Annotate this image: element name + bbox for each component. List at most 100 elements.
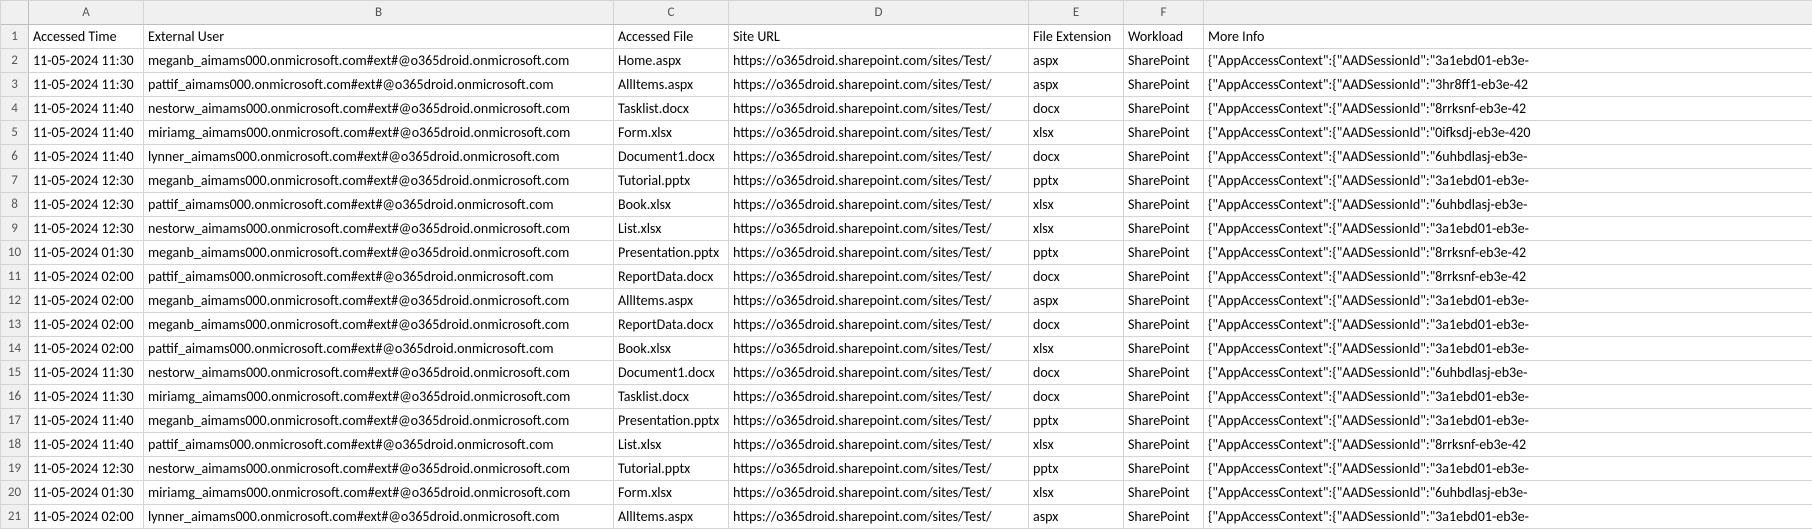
cell[interactable]: 11-05-2024 11:40 (29, 409, 144, 433)
cell[interactable]: SharePoint (1124, 169, 1204, 193)
cell[interactable]: SharePoint (1124, 49, 1204, 73)
cell[interactable]: https://o365droid.sharepoint.com/sites/T… (729, 121, 1029, 145)
cell[interactable]: Presentation.pptx (614, 409, 729, 433)
cell[interactable]: 11-05-2024 11:40 (29, 97, 144, 121)
cell[interactable]: {"AppAccessContext":{"AADSessionId":"6uh… (1204, 361, 1812, 385)
cell[interactable]: pattif_aimams000.onmicrosoft.com#ext#@o3… (144, 433, 614, 457)
cell[interactable]: SharePoint (1124, 361, 1204, 385)
row-header[interactable]: 3 (1, 73, 29, 97)
cell[interactable]: https://o365droid.sharepoint.com/sites/T… (729, 241, 1029, 265)
row-header[interactable]: 18 (1, 433, 29, 457)
cell[interactable]: meganb_aimams000.onmicrosoft.com#ext#@o3… (144, 313, 614, 337)
column-header[interactable]: B (144, 1, 614, 25)
cell[interactable]: {"AppAccessContext":{"AADSessionId":"6uh… (1204, 145, 1812, 169)
cell[interactable]: Tutorial.pptx (614, 457, 729, 481)
cell[interactable]: 11-05-2024 01:30 (29, 241, 144, 265)
cell[interactable]: Site URL (729, 25, 1029, 49)
cell[interactable]: Document1.docx (614, 361, 729, 385)
cell[interactable]: nestorw_aimams000.onmicrosoft.com#ext#@o… (144, 97, 614, 121)
row-header[interactable]: 15 (1, 361, 29, 385)
cell[interactable]: https://o365droid.sharepoint.com/sites/T… (729, 169, 1029, 193)
cell[interactable]: AllItems.aspx (614, 73, 729, 97)
cell[interactable]: https://o365droid.sharepoint.com/sites/T… (729, 145, 1029, 169)
row-header[interactable]: 21 (1, 505, 29, 529)
cell[interactable]: {"AppAccessContext":{"AADSessionId":"8rr… (1204, 97, 1812, 121)
cell[interactable]: Book.xlsx (614, 337, 729, 361)
cell[interactable]: Form.xlsx (614, 121, 729, 145)
row-header[interactable]: 6 (1, 145, 29, 169)
spreadsheet-grid[interactable]: ABCDEF1Accessed TimeExternal UserAccesse… (0, 0, 1812, 529)
cell[interactable]: aspx (1029, 73, 1124, 97)
cell[interactable]: https://o365droid.sharepoint.com/sites/T… (729, 217, 1029, 241)
cell[interactable]: {"AppAccessContext":{"AADSessionId":"3a1… (1204, 505, 1812, 529)
cell[interactable]: SharePoint (1124, 409, 1204, 433)
cell[interactable]: Tutorial.pptx (614, 169, 729, 193)
select-all-corner[interactable] (1, 1, 29, 25)
cell[interactable]: 11-05-2024 12:30 (29, 169, 144, 193)
row-header[interactable]: 17 (1, 409, 29, 433)
cell[interactable]: Book.xlsx (614, 193, 729, 217)
cell[interactable]: {"AppAccessContext":{"AADSessionId":"3a1… (1204, 169, 1812, 193)
cell[interactable]: https://o365droid.sharepoint.com/sites/T… (729, 457, 1029, 481)
cell[interactable]: Home.aspx (614, 49, 729, 73)
cell[interactable]: https://o365droid.sharepoint.com/sites/T… (729, 505, 1029, 529)
cell[interactable]: 11-05-2024 11:30 (29, 49, 144, 73)
cell[interactable]: Accessed File (614, 25, 729, 49)
cell[interactable]: aspx (1029, 505, 1124, 529)
cell[interactable]: pptx (1029, 457, 1124, 481)
cell[interactable]: SharePoint (1124, 217, 1204, 241)
cell[interactable]: SharePoint (1124, 241, 1204, 265)
cell[interactable]: https://o365droid.sharepoint.com/sites/T… (729, 49, 1029, 73)
cell[interactable]: SharePoint (1124, 385, 1204, 409)
cell[interactable]: https://o365droid.sharepoint.com/sites/T… (729, 313, 1029, 337)
row-header[interactable]: 14 (1, 337, 29, 361)
cell[interactable]: 11-05-2024 11:40 (29, 121, 144, 145)
cell[interactable]: {"AppAccessContext":{"AADSessionId":"6uh… (1204, 193, 1812, 217)
row-header[interactable]: 12 (1, 289, 29, 313)
cell[interactable]: List.xlsx (614, 217, 729, 241)
cell[interactable]: meganb_aimams000.onmicrosoft.com#ext#@o3… (144, 289, 614, 313)
cell[interactable]: docx (1029, 265, 1124, 289)
cell[interactable]: docx (1029, 385, 1124, 409)
cell[interactable]: {"AppAccessContext":{"AADSessionId":"8rr… (1204, 265, 1812, 289)
cell[interactable]: {"AppAccessContext":{"AADSessionId":"3a1… (1204, 217, 1812, 241)
cell[interactable]: aspx (1029, 289, 1124, 313)
cell[interactable]: https://o365droid.sharepoint.com/sites/T… (729, 409, 1029, 433)
cell[interactable]: xlsx (1029, 193, 1124, 217)
cell[interactable]: xlsx (1029, 121, 1124, 145)
cell[interactable]: xlsx (1029, 217, 1124, 241)
row-header[interactable]: 1 (1, 25, 29, 49)
cell[interactable]: miriamg_aimams000.onmicrosoft.com#ext#@o… (144, 121, 614, 145)
cell[interactable]: docx (1029, 361, 1124, 385)
cell[interactable]: 11-05-2024 11:40 (29, 433, 144, 457)
row-header[interactable]: 10 (1, 241, 29, 265)
cell[interactable]: miriamg_aimams000.onmicrosoft.com#ext#@o… (144, 385, 614, 409)
cell[interactable]: 11-05-2024 02:00 (29, 313, 144, 337)
cell[interactable]: {"AppAccessContext":{"AADSessionId":"3a1… (1204, 385, 1812, 409)
cell[interactable]: File Extension (1029, 25, 1124, 49)
cell[interactable]: {"AppAccessContext":{"AADSessionId":"6uh… (1204, 481, 1812, 505)
column-header[interactable]: D (729, 1, 1029, 25)
cell[interactable]: {"AppAccessContext":{"AADSessionId":"3a1… (1204, 289, 1812, 313)
cell[interactable]: {"AppAccessContext":{"AADSessionId":"8rr… (1204, 241, 1812, 265)
row-header[interactable]: 4 (1, 97, 29, 121)
cell[interactable]: pattif_aimams000.onmicrosoft.com#ext#@o3… (144, 193, 614, 217)
column-header[interactable]: E (1029, 1, 1124, 25)
cell[interactable]: lynner_aimams000.onmicrosoft.com#ext#@o3… (144, 505, 614, 529)
cell[interactable]: External User (144, 25, 614, 49)
cell[interactable]: {"AppAccessContext":{"AADSessionId":"8rr… (1204, 433, 1812, 457)
cell[interactable]: nestorw_aimams000.onmicrosoft.com#ext#@o… (144, 217, 614, 241)
column-header[interactable] (1204, 1, 1812, 25)
row-header[interactable]: 8 (1, 193, 29, 217)
cell[interactable]: 11-05-2024 12:30 (29, 457, 144, 481)
cell[interactable]: SharePoint (1124, 145, 1204, 169)
cell[interactable]: https://o365droid.sharepoint.com/sites/T… (729, 289, 1029, 313)
cell[interactable]: 11-05-2024 02:00 (29, 505, 144, 529)
cell[interactable]: ReportData.docx (614, 313, 729, 337)
cell[interactable]: {"AppAccessContext":{"AADSessionId":"3hr… (1204, 73, 1812, 97)
row-header[interactable]: 11 (1, 265, 29, 289)
row-header[interactable]: 16 (1, 385, 29, 409)
row-header[interactable]: 20 (1, 481, 29, 505)
cell[interactable]: https://o365droid.sharepoint.com/sites/T… (729, 97, 1029, 121)
cell[interactable]: pptx (1029, 241, 1124, 265)
